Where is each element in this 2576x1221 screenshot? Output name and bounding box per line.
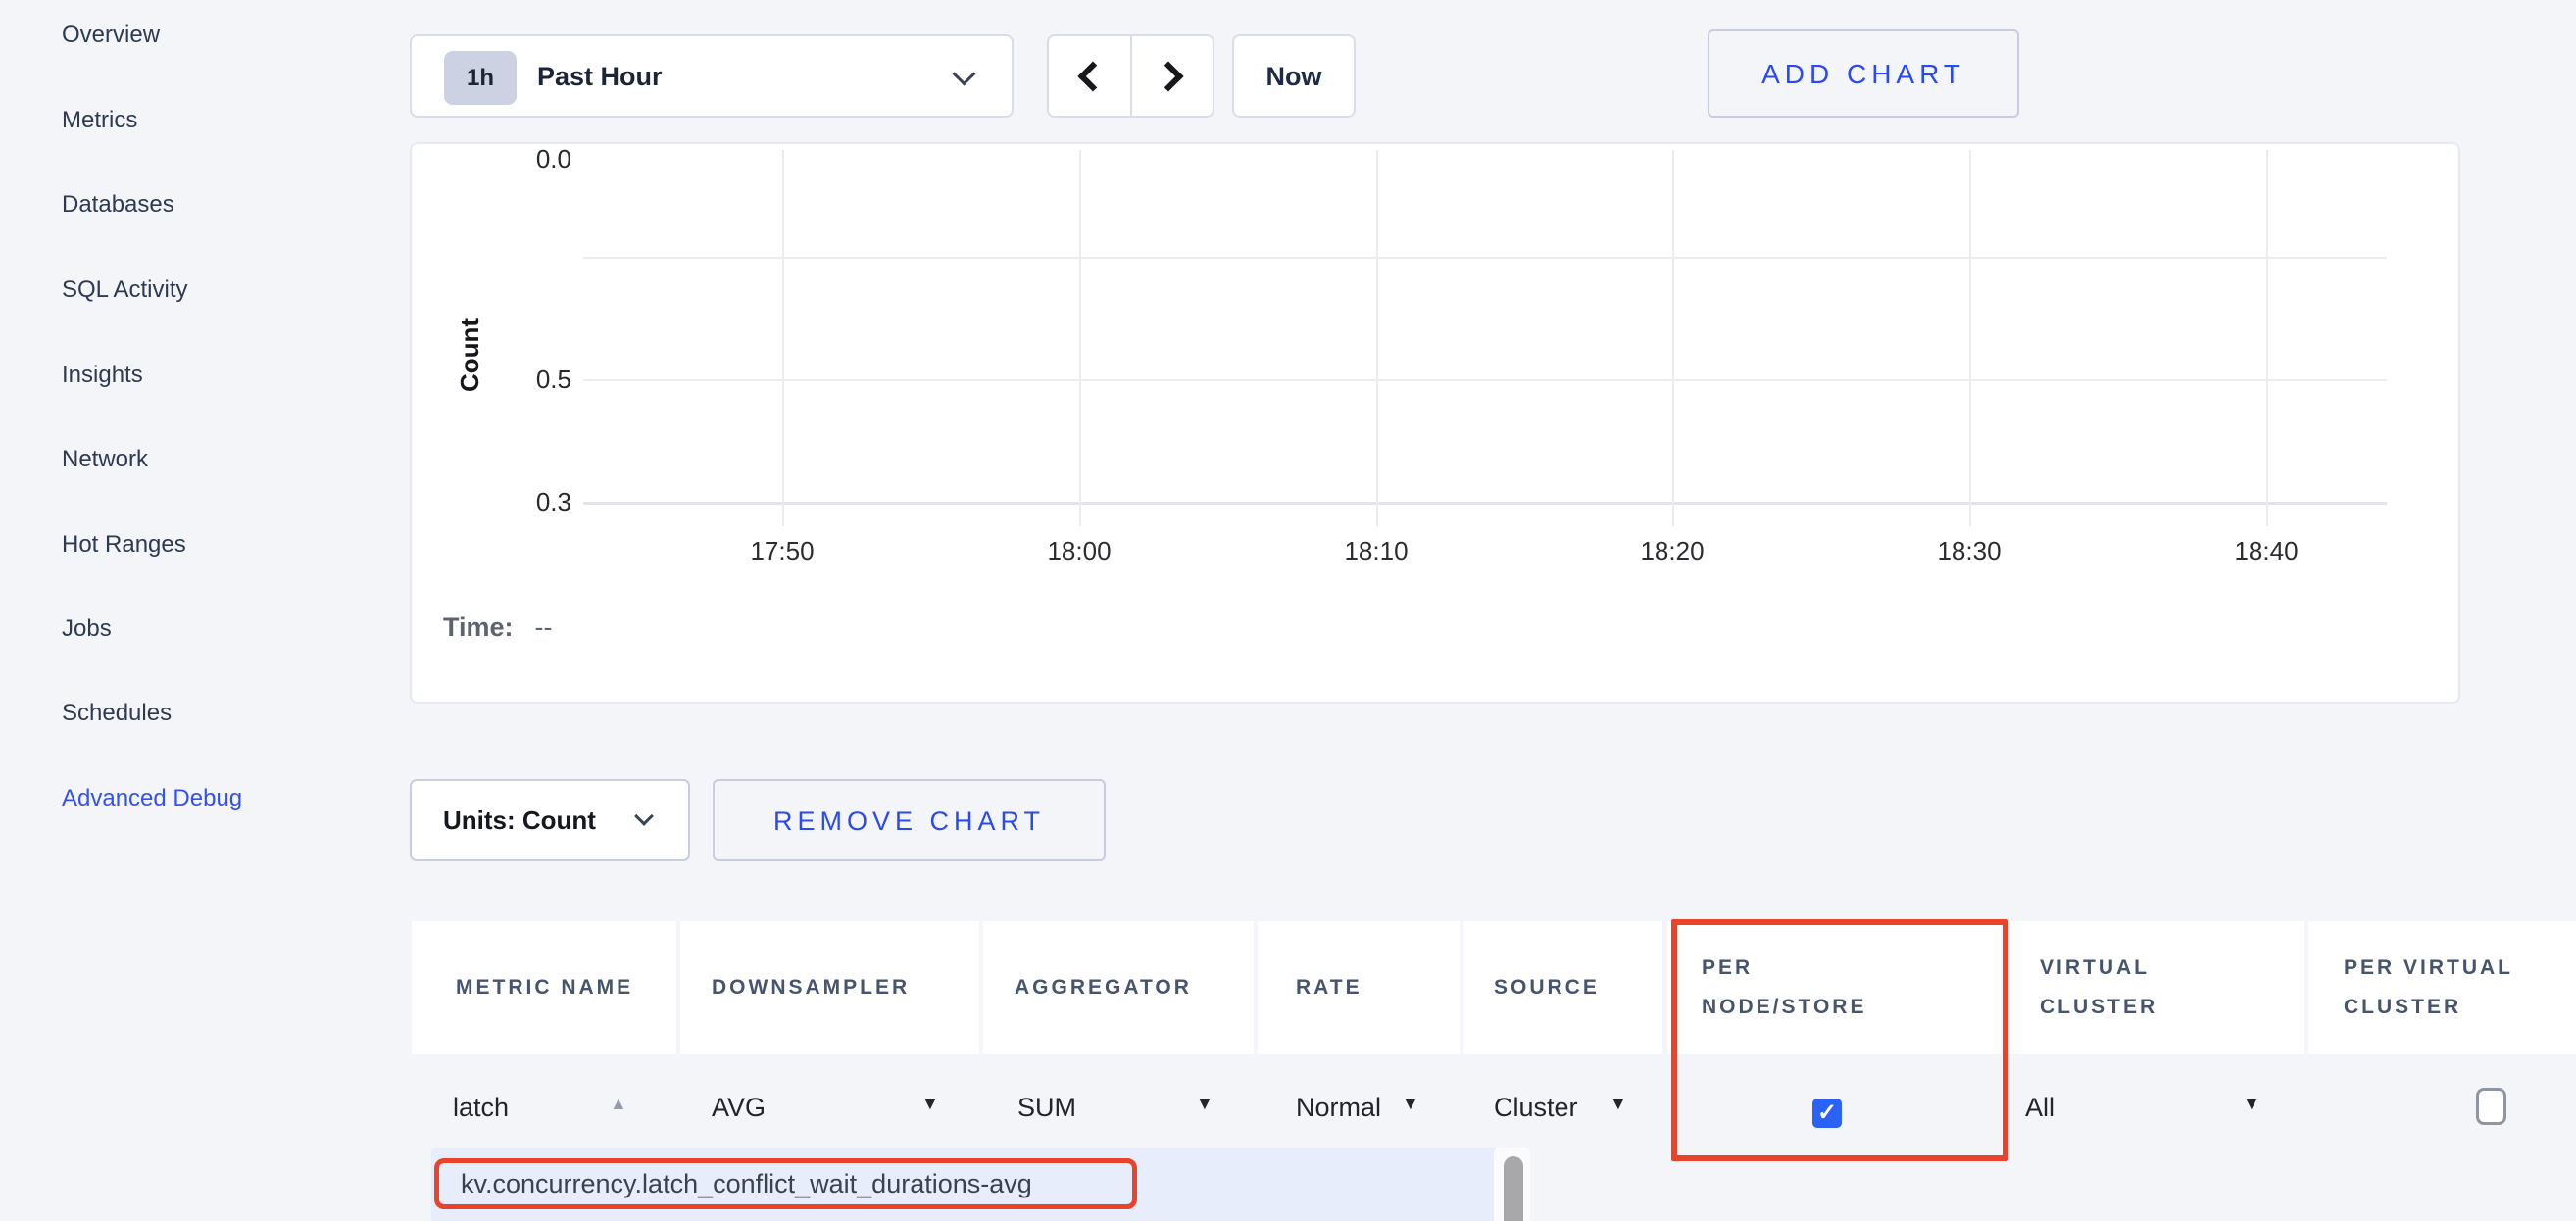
sidebar-item-schedules[interactable]: Schedules [62, 698, 172, 729]
chevron-left-icon [1078, 61, 1109, 91]
y-tick-label: 0.0 [454, 144, 571, 174]
caret-down-icon: ▼ [1196, 1094, 1214, 1114]
caret-down-icon: ▼ [2243, 1094, 2260, 1114]
sort-up-icon: ▲ [610, 1094, 627, 1114]
x-tick-label: 18:20 [1640, 536, 1704, 566]
downsampler-select[interactable]: AVG [712, 1082, 766, 1133]
sidebar-item-hot-ranges[interactable]: Hot Ranges [62, 529, 186, 561]
advanced-debug-custom-chart-page: Overview Metrics Databases SQL Activity … [0, 0, 2576, 1221]
source-select[interactable]: Cluster [1494, 1082, 1578, 1133]
sidebar-item-databases[interactable]: Databases [62, 189, 174, 220]
x-tick-label: 18:30 [1937, 536, 2001, 566]
x-tick-label: 18:10 [1344, 536, 1408, 566]
column-header-rate: RATE [1258, 921, 1460, 1054]
sidebar-item-network[interactable]: Network [62, 444, 148, 475]
x-tick-label: 18:40 [2234, 536, 2298, 566]
sidebar-item-insights[interactable]: Insights [62, 360, 143, 391]
rate-select[interactable]: Normal [1296, 1082, 1381, 1133]
x-tick-label: 17:50 [750, 536, 814, 566]
column-header-per-virtual-cluster: PER VIRTUAL CLUSTER [2308, 921, 2576, 1054]
caret-down-icon: ▼ [1402, 1094, 1419, 1114]
sidebar-item-metrics[interactable]: Metrics [62, 105, 137, 136]
chart-hover-time: Time: -- [443, 612, 553, 643]
per-virtual-cluster-checkbox[interactable] [2476, 1088, 2506, 1125]
caret-down-icon: ▼ [1610, 1094, 1627, 1114]
chart-hover-time-label: Time: [443, 612, 514, 642]
annotation-box-per-node-store [1671, 919, 2008, 1161]
x-tick-label: 18:00 [1047, 536, 1111, 566]
column-header-virtual-cluster: VIRTUAL CLUSTER [2006, 921, 2304, 1054]
chevron-right-icon [1153, 61, 1183, 91]
caret-down-icon: ▼ [921, 1094, 939, 1114]
custom-chart-card: Count 0.5 0.3 0.0 17:50 18:00 18:10 18:2… [410, 142, 2460, 704]
column-header-metric-name: METRIC NAME [412, 921, 676, 1054]
annotation-box-suggestion [434, 1158, 1137, 1209]
chevron-down-icon [634, 806, 654, 826]
dropdown-scrollbar-thumb[interactable] [1504, 1156, 1523, 1221]
time-prev-button[interactable] [1049, 36, 1132, 116]
column-header-downsampler: DOWNSAMPLER [680, 921, 979, 1054]
y-tick-label: 0.3 [454, 487, 571, 517]
column-header-source: SOURCE [1463, 921, 1662, 1054]
column-header-aggregator: AGGREGATOR [983, 921, 1254, 1054]
sidebar-item-advanced-debug[interactable]: Advanced Debug [62, 783, 242, 814]
remove-chart-button[interactable]: REMOVE CHART [713, 779, 1106, 861]
time-next-button[interactable] [1132, 36, 1214, 116]
chart-plot-area[interactable] [583, 150, 2387, 526]
sidebar-item-overview[interactable]: Overview [62, 20, 160, 51]
aggregator-select[interactable]: SUM [1017, 1082, 1076, 1133]
time-range-select[interactable]: 1h Past Hour [410, 34, 1014, 118]
units-select[interactable]: Units: Count [410, 779, 690, 861]
time-range-badge: 1h [444, 51, 517, 105]
metric-name-input[interactable] [453, 1082, 610, 1133]
add-chart-button[interactable]: ADD CHART [1708, 29, 2019, 118]
time-nav-group [1047, 34, 1214, 118]
sidebar-item-sql-activity[interactable]: SQL Activity [62, 274, 187, 306]
sidebar-item-jobs[interactable]: Jobs [62, 613, 112, 645]
chart-hover-time-value: -- [535, 612, 553, 642]
virtual-cluster-select[interactable]: All [2025, 1082, 2055, 1133]
y-tick-label: 0.5 [454, 365, 571, 395]
units-select-label: Units: Count [443, 806, 596, 836]
now-button[interactable]: Now [1232, 34, 1356, 118]
time-range-label: Past Hour [537, 62, 663, 92]
chevron-down-icon [952, 62, 975, 85]
